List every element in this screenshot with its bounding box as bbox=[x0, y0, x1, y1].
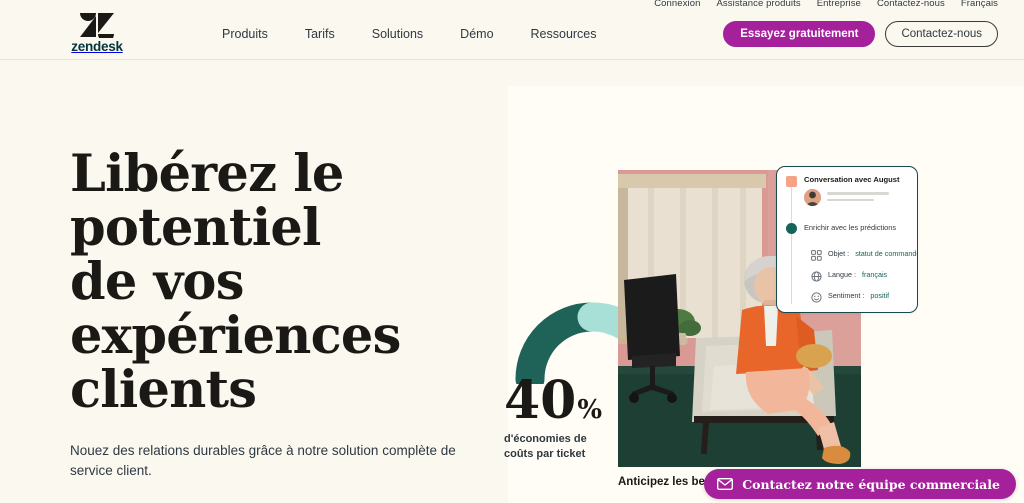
conversation-prediction-rows: Objet : statut de commande Langue : fran… bbox=[811, 243, 918, 306]
stat-caption: d'économies de coûts par ticket bbox=[504, 433, 587, 461]
hero-title-line-3: clients bbox=[70, 360, 257, 421]
hero-copy: Libérez le potentiel de vos expériences … bbox=[70, 147, 495, 503]
nav-item-solutions[interactable]: Solutions bbox=[372, 27, 423, 41]
contact-sales-fab[interactable]: Contactez notre équipe commerciale bbox=[704, 469, 1016, 499]
prediction-sentiment-value: positif bbox=[870, 291, 890, 300]
contact-sales-label: Contactez notre équipe commerciale bbox=[742, 476, 1000, 492]
zendesk-logo-icon bbox=[80, 12, 114, 42]
site-header: zendesk Produits Tarifs Solutions Démo R… bbox=[0, 8, 1024, 60]
grid-icon bbox=[811, 248, 822, 261]
nav-item-tarifs[interactable]: Tarifs bbox=[305, 27, 335, 41]
hero-visual-panel: 40 % d'économies de coûts par ticket Ant… bbox=[504, 86, 1024, 503]
prediction-objet-value: statut de commande bbox=[855, 249, 918, 258]
conversation-enrich-marker-icon bbox=[786, 223, 797, 234]
prediction-sentiment-label: Sentiment : bbox=[828, 291, 865, 300]
nav-item-demo[interactable]: Démo bbox=[460, 27, 493, 41]
header-contact-button[interactable]: Contactez-nous bbox=[885, 21, 998, 47]
hero-section: Libérez le potentiel de vos expériences … bbox=[0, 61, 1024, 503]
zendesk-logo-wordmark: zendesk bbox=[71, 39, 123, 54]
prediction-row-langue: Langue : français bbox=[811, 264, 915, 285]
envelope-icon bbox=[717, 478, 734, 490]
prediction-langue-label: Langue : bbox=[828, 270, 856, 279]
prediction-row-sentiment: Sentiment : positif bbox=[811, 285, 915, 306]
placeholder-line bbox=[827, 192, 889, 195]
conversation-start-marker-icon bbox=[786, 176, 797, 187]
stat-block: 40 % d'économies de coûts par ticket bbox=[504, 375, 634, 462]
stat-value-row: 40 % bbox=[504, 375, 634, 427]
conversation-message-placeholder bbox=[827, 192, 889, 205]
header-actions: Essayez gratuitement Contactez-nous bbox=[723, 8, 998, 60]
stat-percent-sign: % bbox=[577, 395, 603, 425]
conversation-card-title: Conversation avec August bbox=[804, 175, 900, 184]
globe-icon bbox=[811, 269, 822, 282]
zendesk-logo[interactable]: zendesk bbox=[68, 12, 126, 54]
hero-subtitle: Nouez des relations durables grâce à not… bbox=[70, 443, 456, 479]
nav-item-ressources[interactable]: Ressources bbox=[531, 27, 597, 41]
zendesk-homepage: Connexion Assistance produits Entreprise… bbox=[0, 0, 1024, 503]
prediction-objet-label: Objet : bbox=[828, 249, 850, 258]
stat-number: 40 bbox=[504, 370, 577, 431]
page-title: Libérez le potentiel de vos expériences … bbox=[70, 147, 495, 417]
conversation-timeline-rail bbox=[791, 183, 792, 304]
hero-title-line-1: Libérez le potentiel bbox=[70, 144, 344, 259]
placeholder-line bbox=[827, 198, 874, 201]
header-free-trial-button[interactable]: Essayez gratuitement bbox=[723, 21, 876, 47]
hero-title-line-2: de vos expériences bbox=[70, 252, 401, 367]
main-navigation: Produits Tarifs Solutions Démo Ressource… bbox=[222, 8, 597, 60]
prediction-langue-value: français bbox=[861, 270, 888, 279]
avatar bbox=[804, 189, 821, 206]
smiley-icon bbox=[811, 290, 822, 303]
prediction-row-objet: Objet : statut de commande bbox=[811, 243, 918, 264]
conversation-card: Conversation avec August Enrichir avec l… bbox=[776, 166, 918, 313]
conversation-enrich-label: Enrichir avec les prédictions bbox=[804, 223, 897, 232]
nav-item-produits[interactable]: Produits bbox=[222, 27, 268, 41]
